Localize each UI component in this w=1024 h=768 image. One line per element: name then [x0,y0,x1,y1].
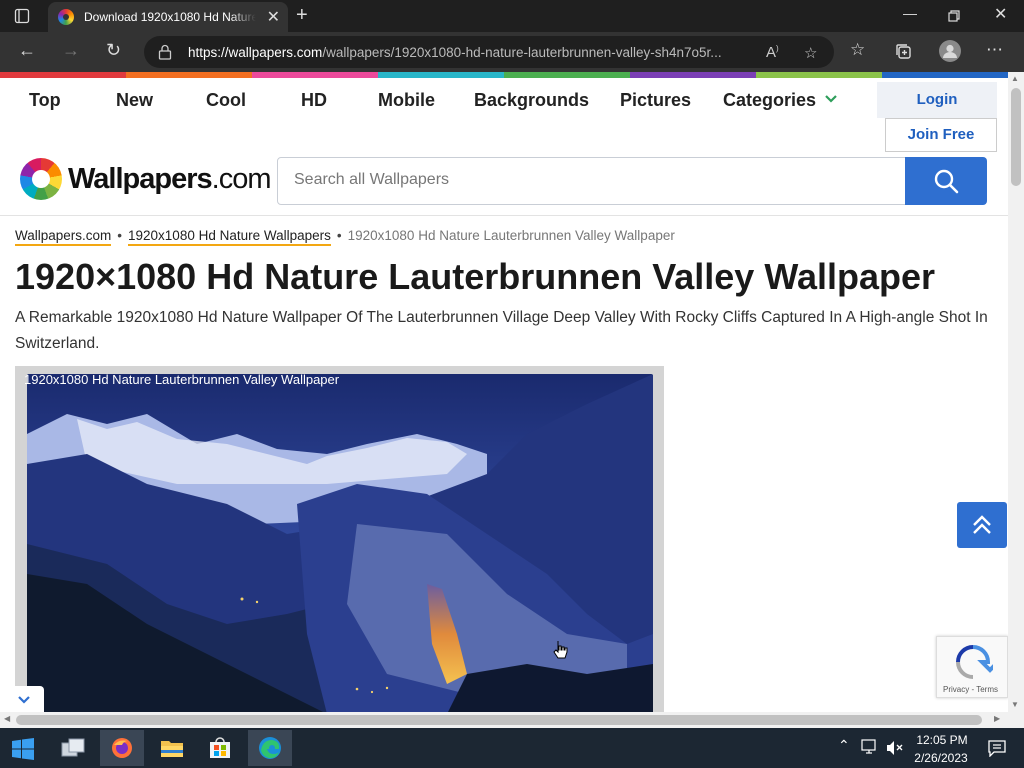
tab-actions-icon[interactable] [14,8,30,24]
nav-item-categories[interactable]: Categories [723,90,816,111]
nav-item-mobile[interactable]: Mobile [378,90,435,111]
start-icon [12,738,34,760]
expand-panel-button[interactable] [0,686,44,712]
scroll-down-arrow-icon[interactable]: ▼ [1011,700,1019,709]
breadcrumb-separator: • [336,228,342,243]
nav-item-top[interactable]: Top [29,90,61,111]
join-free-button[interactable]: Join Free [885,118,997,152]
windows-taskbar: ⌃ 12:05 PM 2/26/2023 [0,728,1024,768]
close-window-icon[interactable]: ✕ [994,4,1007,24]
breadcrumb: Wallpapers.com • 1920x1080 Hd Nature Wallp… [15,228,675,246]
header-divider [0,215,1008,216]
refresh-icon[interactable]: ↻ [106,40,121,61]
recaptcha-privacy-link[interactable]: Privacy [943,685,969,694]
page-description: A Remarkable 1920x1080 Hd Nature Wallpap… [15,309,988,352]
image-caption: 1920x1080 Hd Nature Lauterbrunnen Valley… [24,372,340,387]
url-host: https://wallpapers.com [188,45,323,60]
breadcrumb-category[interactable]: 1920x1080 Hd Nature Wallpapers [128,228,331,246]
browser-tab-active[interactable]: Download 1920x1080 Hd Nature Lauterbrunn… [48,2,288,32]
wallpaper-image-frame [15,366,664,712]
file-explorer-taskbar-button[interactable] [150,730,194,766]
vertical-scrollbar-thumb[interactable] [1011,88,1021,186]
page-title: 1920×1080 Hd Nature Lauterbrunnen Valley… [15,256,936,297]
url-path: /wallpapers/1920x1080-hd-nature-lauterbr… [322,45,722,60]
tab-close-icon[interactable]: ✕ [267,7,280,27]
search-icon [934,169,959,194]
task-view-icon [61,738,85,757]
collections-icon[interactable] [895,43,913,61]
clock-date[interactable]: 2/26/2023 [905,751,977,765]
tab-title: Download 1920x1080 Hd Nature Lauterbrunn… [84,10,256,24]
nav-item-cool[interactable]: Cool [206,90,246,111]
breadcrumb-separator: • [117,228,123,243]
more-options-icon[interactable]: ⋯ [986,40,1003,60]
file-explorer-icon [161,741,183,757]
read-aloud-icon[interactable]: A) [766,44,779,61]
new-tab-icon[interactable]: + [296,4,308,27]
add-favorite-icon[interactable]: ☆ [804,44,817,62]
breadcrumb-current: 1920x1080 Hd Nature Lauterbrunnen Valley… [347,228,675,243]
browser-tab-bar: Download 1920x1080 Hd Nature Lauterbrunn… [0,0,1024,32]
store-icon [210,737,230,758]
mouse-cursor-icon [553,641,568,659]
scroll-right-arrow-icon[interactable]: ▶ [994,714,1000,723]
start-button[interactable] [0,730,44,766]
network-icon[interactable] [861,739,879,755]
browser-toolbar: ← → ↻ https://wallpapers.com/wallpapers/… [0,32,1024,72]
volume-muted-icon[interactable] [886,740,904,756]
url-text[interactable]: https://wallpapers.com/wallpapers/1920x1… [188,45,748,60]
forward-icon[interactable]: → [62,40,80,61]
site-logo[interactable]: Wallpapers.com [68,163,272,196]
recaptcha-links: Privacy - Terms [943,685,998,694]
back-icon[interactable]: ← [18,40,36,61]
restore-icon[interactable] [948,10,960,22]
recaptcha-icon [956,645,993,679]
recaptcha-badge[interactable]: Privacy - Terms [936,636,1008,698]
chevron-down-icon[interactable] [824,94,838,104]
chevron-down-icon [18,696,30,704]
double-chevron-up-icon [973,515,991,534]
horizontal-scrollbar-thumb[interactable] [16,715,982,725]
nav-item-new[interactable]: New [116,90,153,111]
search-box [277,157,907,205]
edge-taskbar-button[interactable] [248,730,292,766]
profile-avatar-icon[interactable] [939,40,961,62]
scroll-to-top-button[interactable] [957,502,1007,548]
nav-item-backgrounds[interactable]: Backgrounds [474,90,589,111]
nav-item-pictures[interactable]: Pictures [620,90,691,111]
lock-icon[interactable] [158,44,172,60]
logo-tld: .com [211,163,272,195]
breadcrumb-home[interactable]: Wallpapers.com [15,228,112,246]
logo-name: Wallpapers [68,163,213,195]
favorites-icon[interactable]: ☆ [850,40,865,60]
web-page: Top New Cool HD Mobile Backgrounds Pictu… [0,78,1008,712]
show-hidden-icons-icon[interactable]: ⌃ [838,737,850,754]
scroll-up-arrow-icon[interactable]: ▲ [1011,74,1019,83]
firefox-taskbar-button[interactable] [100,730,144,766]
minimize-icon[interactable]: — [903,5,917,21]
store-taskbar-button[interactable] [198,730,242,766]
edge-icon [259,737,281,759]
search-input[interactable] [294,171,884,189]
scrollbar-corner [1008,712,1024,728]
search-button[interactable] [905,157,987,205]
task-view-button[interactable] [50,730,94,766]
clock-time[interactable]: 12:05 PM [912,733,972,747]
wallpapers-favicon-icon [58,9,74,25]
login-button[interactable]: Login [877,82,997,118]
wallpapers-logo-icon[interactable] [20,158,62,200]
scroll-left-arrow-icon[interactable]: ◀ [4,714,10,723]
address-bar[interactable]: https://wallpapers.com/wallpapers/1920x1… [144,36,834,68]
firefox-icon [112,738,132,758]
notifications-icon[interactable] [988,739,1006,757]
nav-item-hd[interactable]: HD [301,90,327,111]
recaptcha-terms-link[interactable]: Terms [976,685,998,694]
